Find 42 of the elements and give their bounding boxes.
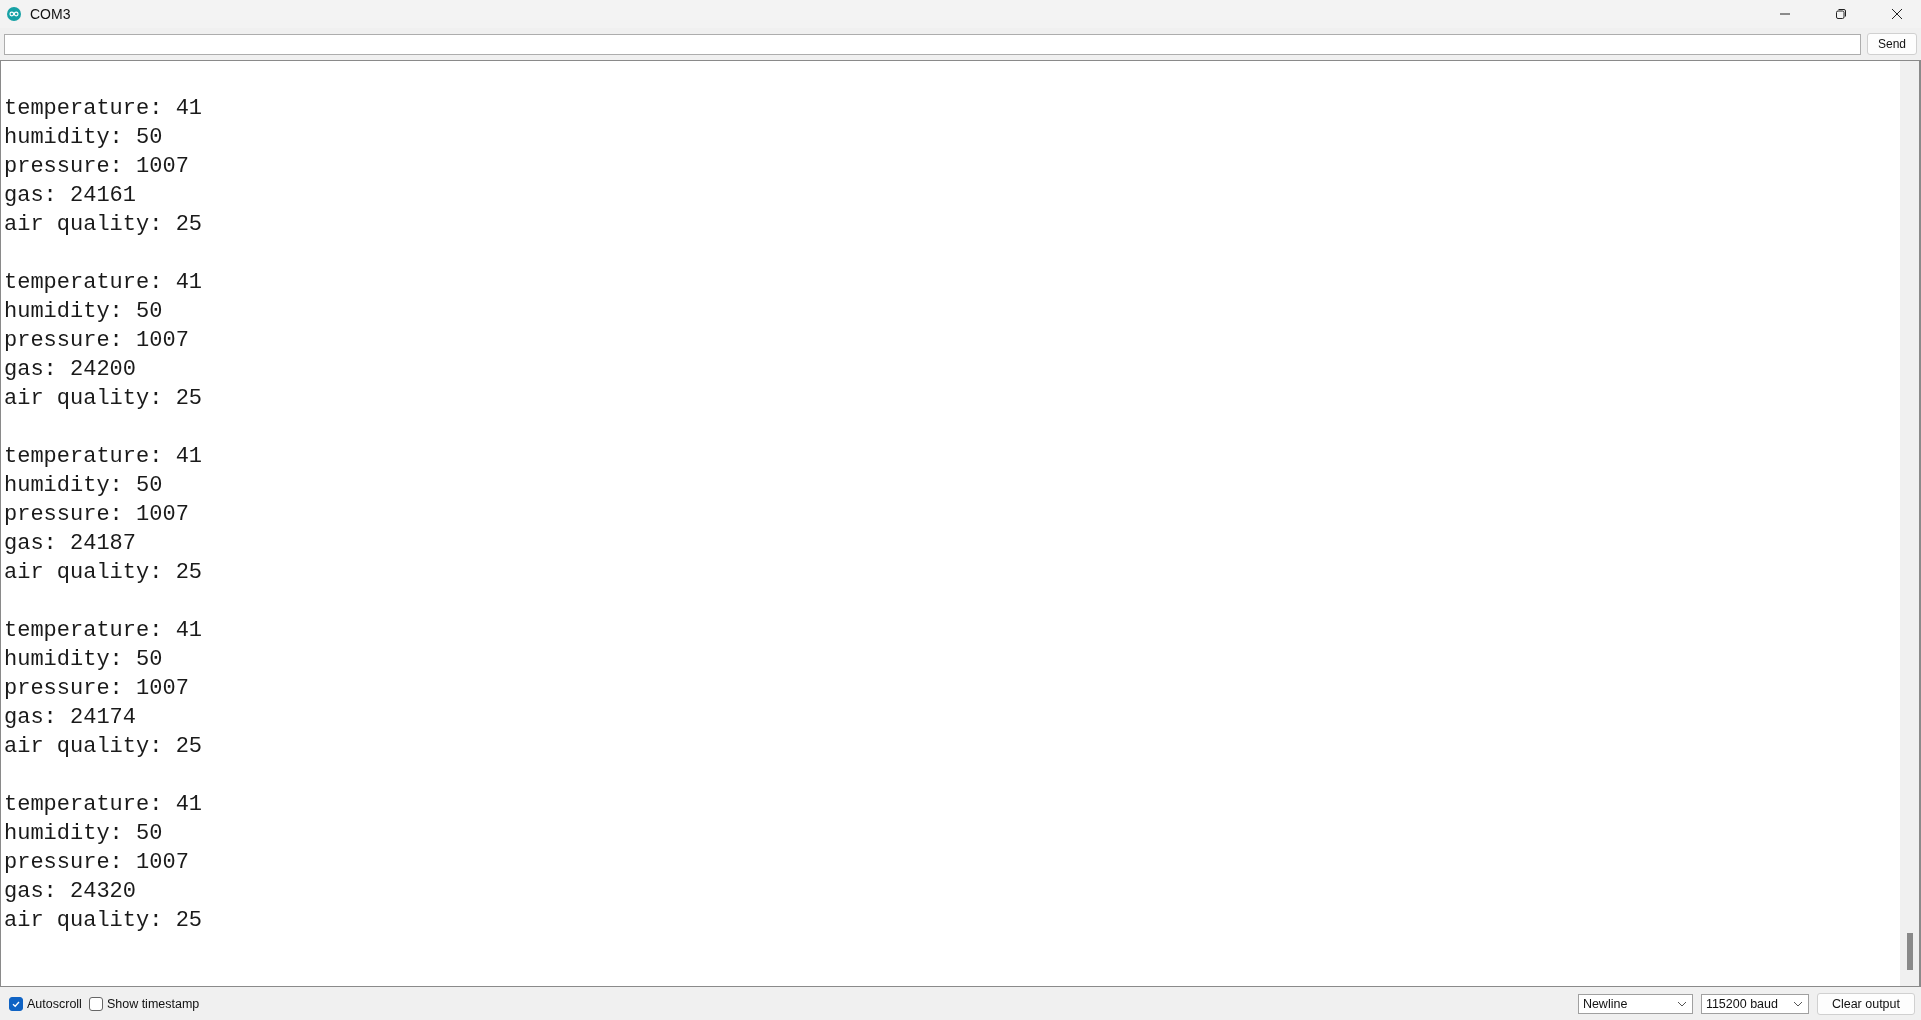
output-line: humidity: 50 <box>4 646 164 674</box>
output-line: gas: 24320 <box>4 878 138 906</box>
output-line: gas: 24161 <box>4 182 138 210</box>
output-line: air quality: 25 <box>4 907 204 935</box>
dropdown[interactable]: Newline <box>1577 993 1693 1014</box>
output-line: gas: 24174 <box>4 704 138 732</box>
output-line: temperature: 41 <box>4 269 204 297</box>
chevron-down-icon <box>1792 1000 1803 1007</box>
window-title: COM3 <box>30 6 71 22</box>
close-icon[interactable] <box>1891 8 1903 20</box>
output-line: pressure: 1007 <box>4 327 190 355</box>
output-line: humidity: 50 <box>4 820 164 848</box>
output-line: pressure: 1007 <box>4 849 190 877</box>
output-line: temperature: 41 <box>4 95 204 123</box>
send-button[interactable]: Send <box>1866 33 1917 55</box>
checkbox-label[interactable]: Autoscroll <box>27 996 82 1011</box>
checkbox[interactable] <box>9 996 23 1011</box>
scrollbar[interactable] <box>1900 61 1921 986</box>
output-line: temperature: 41 <box>4 443 204 471</box>
clear-output-button[interactable]: Clear output <box>1816 992 1915 1015</box>
app-logo-icon <box>7 7 21 21</box>
output-line: temperature: 41 <box>4 617 204 645</box>
output-line: gas: 24200 <box>4 356 138 384</box>
message-input-field[interactable] <box>4 33 1861 55</box>
dropdown[interactable]: 115200 baud <box>1700 993 1809 1014</box>
output-line: temperature: 41 <box>4 791 204 819</box>
checkbox[interactable] <box>88 996 103 1011</box>
output-line: pressure: 1007 <box>4 501 190 529</box>
output-line: air quality: 25 <box>4 211 204 239</box>
output-line: pressure: 1007 <box>4 153 190 181</box>
output-line: humidity: 50 <box>4 472 164 500</box>
output-line: humidity: 50 <box>4 298 164 326</box>
restore-icon[interactable] <box>1835 8 1847 20</box>
checkbox-label[interactable]: Show timestamp <box>106 996 200 1011</box>
chevron-down-icon <box>1676 1000 1687 1007</box>
output-line: pressure: 1007 <box>4 675 190 703</box>
output-line: air quality: 25 <box>4 559 204 587</box>
scrollbar-thumb[interactable] <box>1906 933 1913 970</box>
output-line: humidity: 50 <box>4 124 164 152</box>
output-line: gas: 24187 <box>4 530 138 558</box>
output-line: air quality: 25 <box>4 385 204 413</box>
output-line: air quality: 25 <box>4 733 204 761</box>
